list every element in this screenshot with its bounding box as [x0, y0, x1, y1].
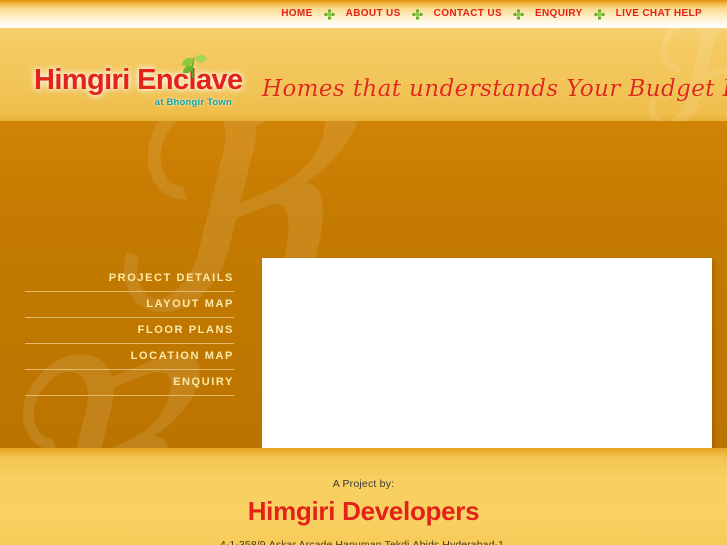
flower-icon	[324, 9, 335, 20]
sidebar-item-enquiry[interactable]: ENQUIRY	[25, 370, 234, 395]
nav-contact-us[interactable]: CONTACT US	[423, 8, 513, 19]
nav-enquiry[interactable]: ENQUIRY	[524, 8, 594, 19]
nav-list-item: ENQUIRY	[524, 0, 594, 28]
site-logo[interactable]: Himgiri Enclave at Bhongir Town	[34, 54, 243, 121]
header-watermark: ℜ	[635, 28, 727, 121]
sidebar-item-location-map[interactable]: LOCATION MAP	[25, 344, 234, 369]
sidebar-row: LAYOUT MAP	[25, 292, 234, 318]
site-header: ℜ Himgiri Enclave at Bhongir Town Homes …	[0, 28, 727, 121]
nav-list-item: ABOUT US	[335, 0, 412, 28]
sidebar-row: LOCATION MAP	[25, 344, 234, 370]
page-root: HOME ABOUT US CONTACT US ENQUIRY LIVE CH…	[0, 0, 727, 545]
sidebar-row: ENQUIRY	[25, 370, 234, 396]
nav-list: HOME ABOUT US CONTACT US ENQUIRY LIVE CH…	[270, 0, 713, 28]
nav-list-item: HOME	[270, 0, 323, 28]
main-body: ℜ ℜ PROJECT DETAILS LAYOUT MAP FLOOR PLA…	[0, 121, 727, 448]
top-navigation-bar: HOME ABOUT US CONTACT US ENQUIRY LIVE CH…	[0, 0, 727, 28]
sidebar-menu: PROJECT DETAILS LAYOUT MAP FLOOR PLANS L…	[25, 266, 234, 396]
footer-address: 4-1-358/9,Askar Arcade,Hanuman Tekdi,Abi…	[219, 539, 508, 545]
leaf-icon	[178, 52, 210, 80]
nav-home[interactable]: HOME	[270, 8, 323, 19]
sidebar-item-layout-map[interactable]: LAYOUT MAP	[25, 292, 234, 317]
sidebar-item-floor-plans[interactable]: FLOOR PLANS	[25, 318, 234, 343]
project-by-label: A Project by:	[332, 478, 395, 490]
sidebar-item-project-details[interactable]: PROJECT DETAILS	[25, 266, 234, 291]
flower-icon	[513, 9, 524, 20]
nav-live-chat-help[interactable]: LIVE CHAT HELP	[605, 8, 713, 19]
sidebar-row: PROJECT DETAILS	[25, 266, 234, 292]
nav-about-us[interactable]: ABOUT US	[335, 8, 412, 19]
site-tagline: Homes that understands Your Budget Limit…	[262, 76, 727, 102]
nav-list-item: CONTACT US	[423, 0, 513, 28]
content-panel	[262, 258, 712, 448]
sidebar-row: FLOOR PLANS	[25, 318, 234, 344]
site-footer: A Project by: Himgiri Developers 4-1-358…	[0, 448, 727, 545]
logo-subtitle: at Bhongir Town	[154, 97, 232, 108]
developer-name: Himgiri Developers	[247, 496, 480, 526]
sidebar-divider	[25, 395, 234, 396]
flower-icon	[594, 9, 605, 20]
flower-icon	[412, 9, 423, 20]
nav-list-item: LIVE CHAT HELP	[605, 0, 713, 28]
